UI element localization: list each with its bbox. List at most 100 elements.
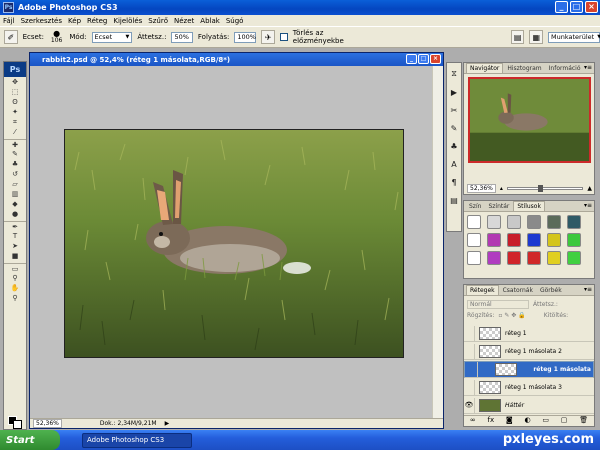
style-swatch[interactable]: [487, 233, 501, 247]
zoom-out-icon[interactable]: ▴: [500, 185, 503, 192]
visibility-eye-icon[interactable]: [467, 362, 478, 377]
clone-source-icon[interactable]: ♣: [447, 139, 461, 153]
dodge-tool-icon[interactable]: ●: [4, 209, 26, 219]
new-layer-icon[interactable]: ▢: [561, 416, 568, 426]
tab-layers[interactable]: Rétegek: [466, 285, 499, 295]
style-swatch[interactable]: [507, 215, 521, 229]
canvas-area[interactable]: [30, 66, 433, 419]
mode-select[interactable]: Ecset ▼: [91, 31, 133, 43]
type-tool-icon[interactable]: T: [4, 231, 26, 241]
crop-tool-icon[interactable]: ⌗: [4, 117, 26, 127]
eyedropper-icon[interactable]: ⚲: [4, 273, 26, 283]
panel-menu-icon[interactable]: ▾≡: [584, 64, 592, 71]
style-swatch[interactable]: [487, 215, 501, 229]
tab-navigator[interactable]: Navigátor: [466, 63, 504, 73]
bridge-icon[interactable]: ▤: [510, 30, 525, 44]
visibility-eye-icon[interactable]: 👁: [464, 397, 475, 413]
tool-presets-icon[interactable]: ✂: [447, 103, 461, 117]
link-layers-icon[interactable]: ∞: [470, 416, 476, 426]
eraser-tool-icon[interactable]: ▱: [4, 179, 26, 189]
style-swatch[interactable]: [507, 233, 521, 247]
notes-tool-icon[interactable]: ▭: [4, 263, 26, 273]
layer-row[interactable]: réteg 1 másolata: [464, 361, 594, 378]
style-swatch[interactable]: [567, 233, 581, 247]
character-panel-icon[interactable]: A: [447, 157, 461, 171]
background-color[interactable]: [13, 420, 22, 429]
layer-comps-icon[interactable]: ▤: [447, 193, 461, 207]
style-swatch[interactable]: [547, 215, 561, 229]
navigator-zoom[interactable]: 52,36%: [467, 184, 496, 193]
style-swatch[interactable]: [547, 251, 561, 265]
menu-select[interactable]: Kijelölés: [113, 17, 142, 25]
path-select-icon[interactable]: ➤: [4, 241, 26, 251]
style-swatch[interactable]: [487, 251, 501, 265]
document-title-bar[interactable]: rabbit2.psd @ 52,4% (réteg 1 másolata,RG…: [30, 53, 443, 66]
close-button[interactable]: ×: [585, 1, 598, 13]
layer-row[interactable]: réteg 1: [464, 325, 594, 342]
style-swatch[interactable]: [567, 251, 581, 265]
style-swatch[interactable]: [467, 215, 481, 229]
style-swatch[interactable]: [527, 233, 541, 247]
delete-layer-icon[interactable]: 🗑: [579, 416, 588, 426]
flow-field[interactable]: 100%: [234, 31, 257, 43]
move-tool-icon[interactable]: ✥: [4, 77, 26, 87]
visibility-eye-icon[interactable]: [464, 325, 475, 341]
mask-icon[interactable]: ◙: [506, 416, 513, 426]
tab-paths[interactable]: Görbék: [537, 286, 565, 295]
layer-row[interactable]: réteg 1 másolata 3: [464, 379, 594, 396]
style-swatch[interactable]: [527, 215, 541, 229]
menu-layer[interactable]: Réteg: [87, 17, 107, 25]
paragraph-panel-icon[interactable]: ¶: [447, 175, 461, 189]
doc-minimize-button[interactable]: _: [406, 54, 417, 64]
minimize-button[interactable]: _: [555, 1, 568, 13]
layer-row[interactable]: 👁 Háttér: [464, 397, 594, 414]
healing-brush-icon[interactable]: ✚: [4, 139, 26, 149]
style-swatch[interactable]: [527, 251, 541, 265]
brush-picker[interactable]: ● 106: [49, 30, 64, 45]
style-swatch[interactable]: [567, 215, 581, 229]
fx-icon[interactable]: fx: [488, 416, 495, 426]
visibility-eye-icon[interactable]: [464, 343, 475, 359]
tab-styles[interactable]: Stílusok: [513, 201, 545, 211]
blend-mode-select[interactable]: Normál: [467, 300, 529, 309]
gradient-tool-icon[interactable]: ▥: [4, 189, 26, 199]
zoom-in-icon[interactable]: ▲: [587, 185, 592, 192]
adjustment-icon[interactable]: ◐: [524, 416, 530, 426]
zoom-readout[interactable]: 52,36%: [33, 419, 62, 428]
panel-menu-icon[interactable]: ▾≡: [584, 286, 592, 293]
palette-well-icon[interactable]: ▦: [529, 30, 544, 44]
slider-handle[interactable]: [537, 185, 543, 192]
style-swatch[interactable]: [467, 233, 481, 247]
lock-icons[interactable]: ▫ ✎ ✥ 🔒: [498, 312, 525, 319]
maximize-button[interactable]: □: [570, 1, 583, 13]
navigator-zoom-slider[interactable]: [506, 185, 584, 192]
style-swatch[interactable]: [507, 251, 521, 265]
magic-wand-icon[interactable]: ✦: [4, 107, 26, 117]
menu-image[interactable]: Kép: [68, 17, 81, 25]
visibility-eye-icon[interactable]: [464, 379, 475, 395]
doc-close-button[interactable]: ×: [430, 54, 441, 64]
hand-tool-icon[interactable]: ✋: [4, 283, 26, 293]
status-arrow-icon[interactable]: ▶: [165, 420, 170, 427]
tab-info[interactable]: Információ: [546, 64, 584, 73]
menu-filter[interactable]: Szűrő: [148, 17, 168, 25]
tab-channels[interactable]: Csatornák: [500, 286, 536, 295]
doc-maximize-button[interactable]: □: [418, 54, 429, 64]
menu-file[interactable]: Fájl: [3, 17, 15, 25]
panel-menu-icon[interactable]: ▾≡: [584, 202, 592, 209]
menu-help[interactable]: Súgó: [226, 17, 244, 25]
shape-tool-icon[interactable]: ■: [4, 251, 26, 261]
marquee-tool-icon[interactable]: ⬚: [4, 87, 26, 97]
tab-histogram[interactable]: Hisztogram: [504, 64, 544, 73]
group-icon[interactable]: ▭: [542, 416, 549, 426]
brushes-panel-icon[interactable]: ✎: [447, 121, 461, 135]
airbrush-icon[interactable]: ✈: [261, 30, 275, 44]
tab-color[interactable]: Szín: [466, 202, 484, 211]
zoom-tool-icon[interactable]: ⚲: [4, 293, 26, 303]
brush-tool-icon[interactable]: ✎: [4, 149, 26, 159]
history-brush-icon[interactable]: ↺: [4, 169, 26, 179]
navigator-thumbnail[interactable]: [468, 77, 591, 163]
slice-tool-icon[interactable]: ⁄: [4, 127, 26, 137]
taskbar-item[interactable]: Adobe Photoshop CS3: [82, 432, 192, 448]
tab-swatches[interactable]: Színtár: [485, 202, 512, 211]
